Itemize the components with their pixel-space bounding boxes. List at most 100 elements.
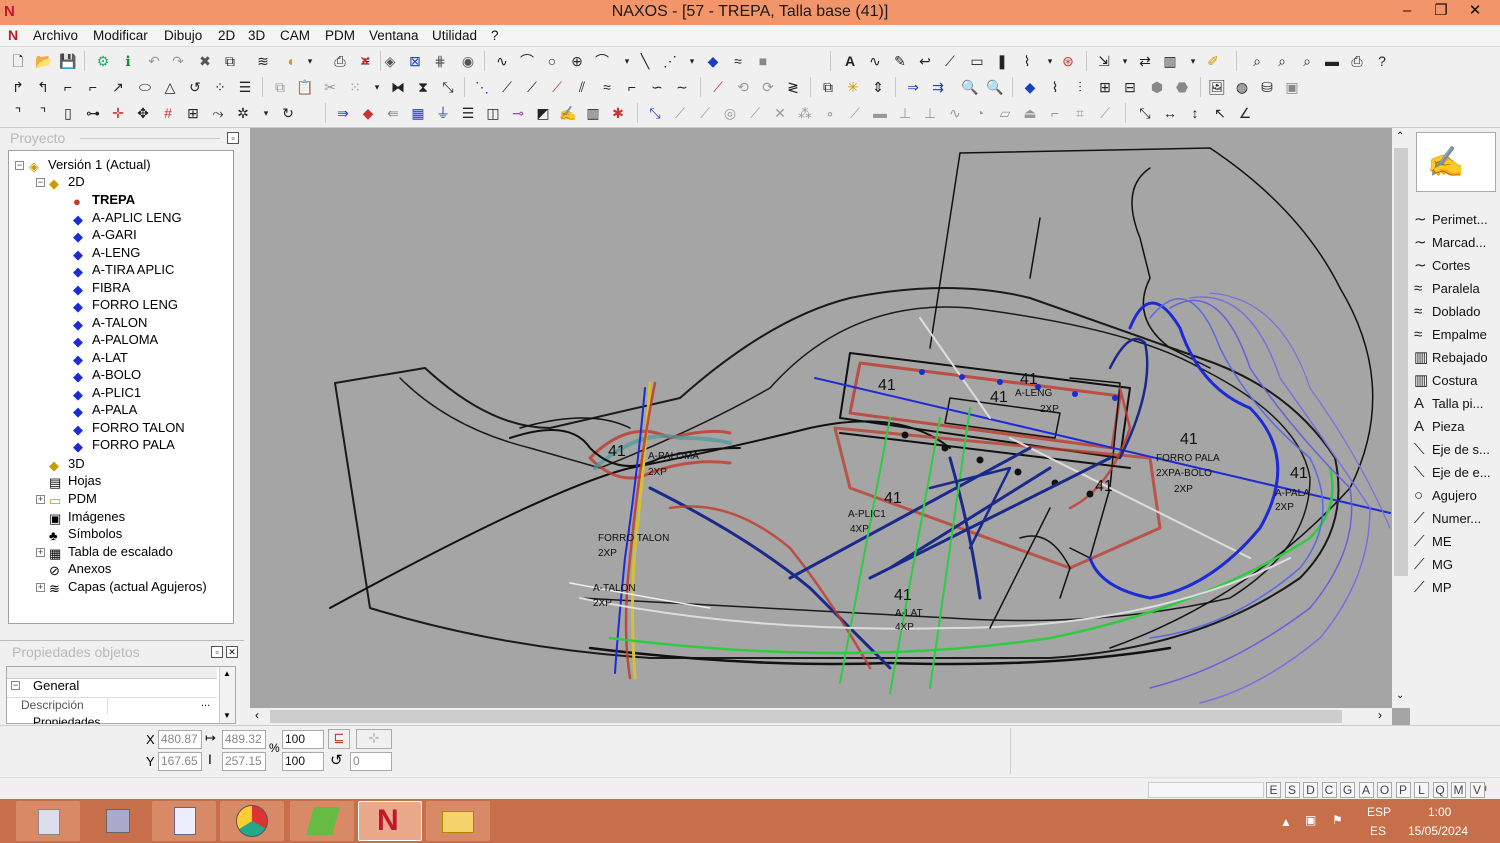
tool-13[interactable]: ⟋ Numer... <box>1414 508 1481 530</box>
props-close-icon[interactable]: ✕ <box>226 646 238 658</box>
spline-icon[interactable]: ∿ <box>492 51 512 71</box>
vdim-icon[interactable]: ↕ <box>1185 103 1205 123</box>
width-field[interactable]: 489.32 <box>222 730 266 749</box>
g2-icon[interactable]: ⟋ <box>695 103 715 123</box>
tree-anexos[interactable]: ⊘ Anexos <box>49 560 111 578</box>
new-file-icon[interactable]: 🗋 <box>8 51 28 71</box>
property-description-input[interactable] <box>107 698 215 714</box>
zoom-window-icon[interactable]: ⌕ <box>1297 51 1317 71</box>
props-pin-icon[interactable]: ▫ <box>211 646 223 658</box>
refresh-icon[interactable]: ↻ <box>278 103 298 123</box>
blue-diamond-icon[interactable]: ◆ <box>703 51 723 71</box>
polyline-icon[interactable]: ⋰ <box>660 51 680 71</box>
scroll-up-icon[interactable]: ▲ <box>223 669 231 678</box>
clock-time[interactable]: 1:00 <box>1428 805 1451 819</box>
g9-icon[interactable]: ▬ <box>870 103 890 123</box>
color-icon[interactable]: ◐ <box>282 51 302 71</box>
tool-14[interactable]: ⟋ ME <box>1414 531 1452 553</box>
corner-arrow-icon[interactable]: ↖ <box>1210 103 1230 123</box>
tree-2d[interactable]: ◆ 2D <box>49 173 85 191</box>
rect-fill-icon[interactable]: ■ <box>753 51 773 71</box>
tree-piece-8[interactable]: ◆ A-PALOMA <box>73 331 158 349</box>
notch-icon[interactable]: ⌐ <box>58 77 78 97</box>
g11-icon[interactable]: ⊥ <box>920 103 940 123</box>
target-icon[interactable]: ⊛ <box>1058 51 1078 71</box>
tool-12[interactable]: ○ Agujero <box>1414 485 1477 507</box>
help-icon[interactable]: ? <box>1372 51 1392 71</box>
minimize-icon[interactable]: – <box>1390 0 1424 22</box>
g6-icon[interactable]: ⁂ <box>795 103 815 123</box>
menu-help[interactable]: ? <box>491 28 499 43</box>
redo-icon[interactable]: ↷ <box>168 51 188 71</box>
tool-1[interactable]: ∼ Marcad... <box>1414 232 1486 254</box>
hook-icon[interactable]: ↩ <box>915 51 935 71</box>
tree-piece-13[interactable]: ◆ FORRO TALON <box>73 419 185 437</box>
hatch-icon[interactable]: ☰ <box>235 77 255 97</box>
flip-icon[interactable]: ⧗ <box>413 77 433 97</box>
dashed-line-icon[interactable]: ⋱ <box>472 77 492 97</box>
eye-icon[interactable]: ◉ <box>458 51 478 71</box>
dots-icon[interactable]: ⁘ <box>210 77 230 97</box>
tray-expand-icon[interactable]: ▲ <box>1280 815 1292 829</box>
angle-icon[interactable]: ⌝ <box>8 103 28 123</box>
tool-16[interactable]: ⟋ MP <box>1414 577 1452 599</box>
delete-icon[interactable]: ✖ <box>195 51 215 71</box>
gray-arrow-icon[interactable]: ⇚ <box>383 103 403 123</box>
g13-icon[interactable]: ◔ <box>970 103 990 123</box>
status-toggle-q[interactable]: Q <box>1432 782 1448 798</box>
tool-7[interactable]: ▥ Costura <box>1414 370 1478 392</box>
pen-icon[interactable]: ✎ <box>890 51 910 71</box>
menu-ventana[interactable]: Ventana <box>369 28 419 43</box>
magnify-icon[interactable]: 🔍 <box>960 77 980 97</box>
export-icon[interactable]: ⇲ <box>1094 51 1114 71</box>
shape-icon[interactable]: ⬢ <box>1147 77 1167 97</box>
pick-icon[interactable]: ⤡ <box>645 103 665 123</box>
magnify2-icon[interactable]: 🔍 <box>985 77 1005 97</box>
tree-piece-6[interactable]: ◆ FORRO LENG <box>73 296 178 314</box>
color-dropdown-icon[interactable]: ▾ <box>300 51 320 71</box>
drawing-canvas[interactable]: 41 A-LENG 2XP 41 41 A-PALOMA 2XP 41 FORR… <box>250 128 1410 725</box>
undo-icon[interactable]: ↶ <box>144 51 164 71</box>
explorer-app[interactable] <box>152 801 216 841</box>
tree-piece-4[interactable]: ◆ A-TIRA APLIC <box>73 261 174 279</box>
open-folder-icon[interactable]: 📂 <box>34 51 54 71</box>
g10-icon[interactable]: ⊥ <box>895 103 915 123</box>
pen2-icon[interactable]: ✍ <box>558 103 578 123</box>
clock-date[interactable]: 15/05/2024 <box>1408 824 1468 838</box>
export-dropdown-icon[interactable]: ▾ <box>1115 51 1135 71</box>
flag-icon[interactable]: ⚑ <box>1332 813 1343 827</box>
status-toggle-d[interactable]: D <box>1303 782 1318 798</box>
pattern-drawing[interactable]: 41 A-LENG 2XP 41 41 A-PALOMA 2XP 41 FORR… <box>250 128 1392 708</box>
scroll-down-icon[interactable]: ▼ <box>223 711 231 720</box>
double-arrow-icon[interactable]: ⇛ <box>333 103 353 123</box>
disk-icon[interactable]: ⛁ <box>1257 77 1277 97</box>
table-icon[interactable]: ▦ <box>408 103 428 123</box>
line3-icon[interactable]: ⟋ <box>522 77 542 97</box>
bars-dropdown-icon[interactable]: ▾ <box>1183 51 1203 71</box>
zoom-in-icon[interactable]: ⌕ <box>1272 51 1292 71</box>
x-coordinate-field[interactable]: 480.87 <box>158 730 202 749</box>
wave-icon[interactable]: ∿ <box>865 51 885 71</box>
polyline-dropdown-icon[interactable]: ▾ <box>682 51 702 71</box>
tree-piece-5[interactable]: ◆ FIBRA <box>73 279 130 297</box>
chart-icon[interactable]: ◩ <box>533 103 553 123</box>
paste-icon[interactable]: ⇄ <box>1135 51 1155 71</box>
naxos-app[interactable]: N <box>358 801 422 841</box>
scroll-left-arrow-icon[interactable]: ‹ <box>255 708 259 722</box>
diamond-icon[interactable]: ◈ <box>380 51 400 71</box>
bug-icon[interactable]: ✱ <box>608 103 628 123</box>
tree-piece-10[interactable]: ◆ A-BOLO <box>73 366 141 384</box>
arc-dropdown-icon[interactable]: ▾ <box>617 51 637 71</box>
plus-box-icon[interactable]: ⊞ <box>183 103 203 123</box>
arc-icon[interactable]: ⌒ <box>592 51 612 71</box>
brush-icon[interactable]: ✐ <box>1203 51 1223 71</box>
y-coordinate-field[interactable]: 167.65 <box>158 752 202 771</box>
g3-icon[interactable]: ◎ <box>720 103 740 123</box>
corner-icon[interactable]: ↱ <box>8 77 28 97</box>
close-icon[interactable]: ✕ <box>1458 0 1492 22</box>
line-icon[interactable]: ╲ <box>635 51 655 71</box>
node2-icon[interactable]: ⌇ <box>1045 77 1065 97</box>
tool-0[interactable]: ∼ Perimet... <box>1414 209 1488 231</box>
scroll-right-arrow-icon[interactable]: › <box>1378 708 1382 722</box>
columns-icon[interactable]: ◫ <box>483 103 503 123</box>
